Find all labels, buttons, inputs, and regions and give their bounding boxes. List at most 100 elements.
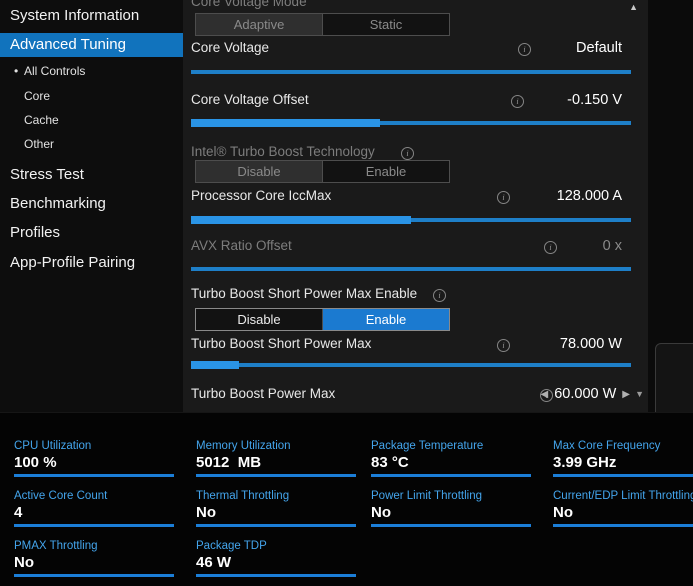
monitor-label: Active Core Count [14,490,196,502]
monitor-thermal-throttling: Thermal Throttling No [196,490,378,527]
scroll-up-icon[interactable]: ▲ [629,2,638,12]
monitor-underline [371,524,531,527]
toggle-option-static[interactable]: Static [322,14,449,35]
stepper-increase-icon[interactable]: ▶ [622,389,630,400]
icc-max-slider[interactable] [191,216,631,224]
info-icon[interactable]: i [511,95,524,108]
monitor-label: Memory Utilization [196,440,378,452]
avx-ratio-offset-value: 0 x [603,238,622,254]
core-voltage-label: Core Voltage [191,40,269,55]
monitor-underline [14,474,174,477]
tb-power-max-label: Turbo Boost Power Max [191,386,335,401]
tb-short-power-value: 78.000 W [560,336,622,352]
monitor-label: Thermal Throttling [196,490,378,502]
info-icon[interactable]: i [433,289,446,302]
info-icon[interactable]: i [401,147,414,160]
core-voltage-offset-slider[interactable] [191,119,631,127]
sidebar-item-system-information[interactable]: System Information [10,7,139,24]
monitor-package-tdp: Package TDP 46 W [196,540,378,577]
tb-short-power-slider[interactable] [191,361,631,369]
monitor-underline [196,524,356,527]
toggle-option-enable[interactable]: Enable [322,161,449,182]
tb-power-max-value[interactable]: 60.000 W [554,386,616,402]
toggle-option-disable[interactable]: Disable [196,161,322,182]
monitor-value: No [14,554,196,571]
info-icon[interactable]: i [544,241,557,254]
sidebar-item-cache[interactable]: Cache [24,113,59,127]
turbo-boost-tech-toggle: Disable Enable [195,160,450,183]
monitor-package-temperature: Package Temperature 83 °C [371,440,553,477]
slider-fill [191,119,380,127]
monitor-value: 5012 MB [196,454,378,471]
toggle-option-enable[interactable]: Enable [322,309,449,330]
info-icon[interactable]: i [518,43,531,56]
avx-ratio-offset-label: AVX Ratio Offset [191,238,292,253]
dropdown-caret-icon[interactable]: ▼ [635,389,644,399]
core-voltage-offset-label: Core Voltage Offset [191,92,309,107]
turbo-boost-tech-label: Intel® Turbo Boost Technology [191,144,375,159]
core-voltage-slider[interactable] [191,68,631,76]
monitor-label: Current/EDP Limit Throttling [553,490,693,502]
sidebar-item-all-controls[interactable]: All Controls [24,64,85,78]
monitor-label: Package Temperature [371,440,553,452]
sidebar-item-profiles[interactable]: Profiles [10,224,60,241]
core-voltage-mode-toggle: Adaptive Static [195,13,450,36]
monitor-label: Package TDP [196,540,378,552]
monitor-max-core-frequency: Max Core Frequency 3.99 GHz [553,440,693,477]
monitor-underline [553,474,693,477]
core-voltage-offset-value: -0.150 V [567,92,622,108]
stepper-decrease-icon[interactable]: ◀ [541,389,549,400]
info-icon[interactable]: i [497,339,510,352]
sidebar-item-app-profile-pairing[interactable]: App-Profile Pairing [10,254,135,271]
monitor-value: 83 °C [371,454,553,471]
monitor-value: No [553,504,693,521]
monitor-power-limit-throttling: Power Limit Throttling No [371,490,553,527]
tb-short-power-label: Turbo Boost Short Power Max [191,336,371,351]
monitor-underline [371,474,531,477]
slider-fill [191,216,411,224]
sidebar-item-stress-test[interactable]: Stress Test [10,166,84,183]
toggle-option-adaptive[interactable]: Adaptive [196,14,322,35]
avx-ratio-offset-slider[interactable] [191,265,631,273]
sidebar-item-advanced-tuning-label[interactable]: Advanced Tuning [10,36,126,53]
monitor-underline [553,524,693,527]
monitor-current-edp-limit-throttling: Current/EDP Limit Throttling No [553,490,693,527]
toggle-option-disable[interactable]: Disable [196,309,322,330]
slider-fill [191,361,239,369]
monitor-pmax-throttling: PMAX Throttling No [14,540,196,577]
tb-power-max-stepper: ◀ 60.000 W ▶ [541,386,630,402]
info-icon[interactable]: i [497,191,510,204]
monitor-memory-utilization: Memory Utilization 5012 MB [196,440,378,477]
slider-track [191,363,631,367]
slider-track [191,70,631,74]
tb-short-power-enable-toggle: Disable Enable [195,308,450,331]
sidebar-item-other[interactable]: Other [24,137,54,151]
partial-side-panel [655,343,693,420]
slider-track [191,267,631,271]
monitor-label: Max Core Frequency [553,440,693,452]
monitor-active-core-count: Active Core Count 4 [14,490,196,527]
sidebar: System Information Advanced Tuning • All… [0,0,183,412]
monitor-label: CPU Utilization [14,440,196,452]
sidebar-item-core[interactable]: Core [24,89,50,103]
icc-max-value: 128.000 A [557,188,622,204]
monitor-value: 100 % [14,454,196,471]
tb-short-power-enable-label: Turbo Boost Short Power Max Enable [191,286,417,301]
selected-sub-bullet-icon: • [14,64,18,78]
xtu-window: { "glyphs": {"info":"i","up_arrow":"▲","… [0,0,693,585]
core-voltage-mode-label: Core Voltage Mode [191,0,307,9]
icc-max-label: Processor Core IccMax [191,188,331,203]
advanced-tuning-panel: ▲ Core Voltage Mode Adaptive Static Core… [183,0,648,412]
monitor-underline [196,574,356,577]
monitor-label: PMAX Throttling [14,540,196,552]
monitor-cpu-utilization: CPU Utilization 100 % [14,440,196,477]
monitor-value: 3.99 GHz [553,454,693,471]
monitor-underline [196,474,356,477]
monitor-value: No [371,504,553,521]
monitor-underline [14,574,174,577]
core-voltage-value: Default [576,40,622,56]
sidebar-item-benchmarking[interactable]: Benchmarking [10,195,106,212]
monitoring-panel: CPU Utilization 100 % Memory Utilization… [0,412,693,586]
monitor-value: 4 [14,504,196,521]
monitor-value: No [196,504,378,521]
